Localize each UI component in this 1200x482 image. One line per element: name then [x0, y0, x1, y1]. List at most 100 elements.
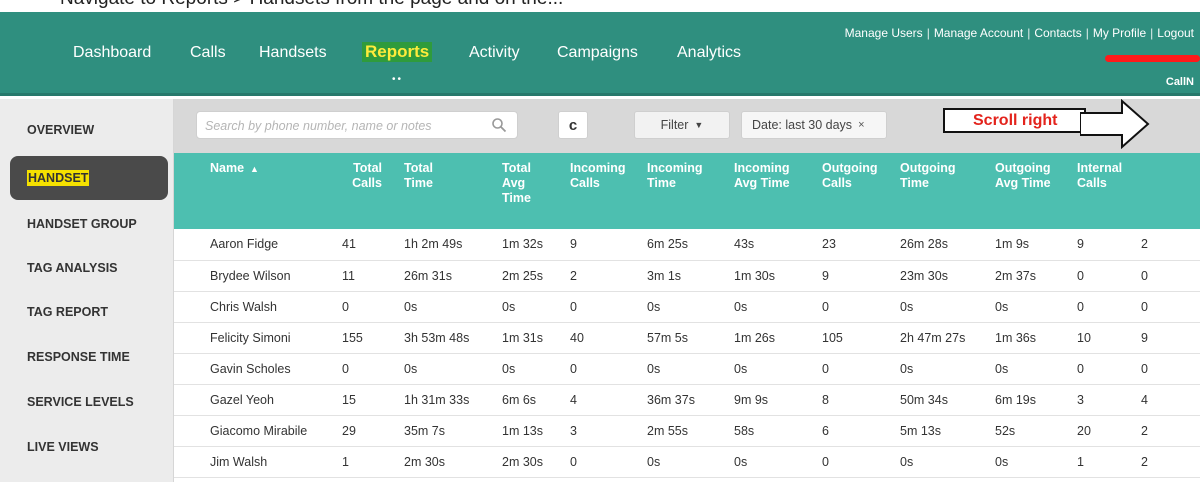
- table-cell: 6: [822, 423, 829, 438]
- handset-name-cell: Gavin Scholes: [210, 361, 291, 376]
- table-cell: 1m 31s: [502, 330, 543, 345]
- table-cell: 0s: [502, 361, 516, 376]
- table-row[interactable]: Chris Walsh 0 0s 0s 0 0s 0s 0 0s 0s 0 0: [174, 291, 1200, 322]
- table-row[interactable]: Felicity Simoni 155 3h 53m 48s 1m 31s 40 57m …: [174, 322, 1200, 353]
- search-box: [196, 111, 518, 139]
- table-cell: 105: [822, 330, 843, 345]
- table-cell: 40: [570, 330, 584, 345]
- table-cell: 2m 30s: [404, 454, 445, 469]
- handset-name-cell: Aaron Fidge: [210, 237, 279, 252]
- table-cell: 1m 30s: [734, 268, 775, 283]
- sidebar-item-response-time[interactable]: RESPONSE TIME: [0, 335, 174, 379]
- table-row[interactable]: Brydee Wilson 11 26m 31s 2m 25s 2 3m 1s 1m 30s…: [174, 260, 1200, 291]
- column-header-outgoing-avg-time[interactable]: Outgoing Avg Time: [995, 153, 1077, 229]
- table-row[interactable]: Giacomo Mirabile 29 35m 7s 1m 13s 3 2m 55s 58s…: [174, 415, 1200, 446]
- sidebar-item-handset[interactable]: HANDSET: [10, 156, 168, 200]
- search-icon[interactable]: [491, 117, 507, 133]
- column-header-internal-calls[interactable]: Internal Calls: [1077, 153, 1141, 229]
- table-cell: 36m 37s: [647, 392, 695, 407]
- table-cell: 43s: [734, 237, 755, 252]
- table-cell: 3: [570, 423, 577, 438]
- table-cell: 0: [1141, 299, 1148, 314]
- table-cell: 2m 30s: [502, 454, 543, 469]
- active-nav-indicator: ••: [392, 74, 404, 85]
- nav-activity[interactable]: Activity: [469, 44, 520, 62]
- table-row[interactable]: Gazel Yeoh 15 1h 31m 33s 6m 6s 4 36m 37s 9m 9s…: [174, 384, 1200, 415]
- table-row[interactable]: Aaron Fidge 41 1h 2m 49s 1m 32s 9 6m 25s 43s 23…: [174, 229, 1200, 260]
- table-cell: 1: [1077, 454, 1084, 469]
- table-cell: 10: [1077, 330, 1091, 345]
- table-row[interactable]: Jim Walsh 1 2m 30s 2m 30s 0 0s 0s 0 0s 0s 1 2: [174, 446, 1200, 477]
- nav-dashboard[interactable]: Dashboard: [73, 44, 151, 62]
- table-cell: 0: [342, 361, 349, 376]
- sort-ascending-icon: ▲: [250, 164, 259, 174]
- column-header-total-time[interactable]: Total Time: [394, 153, 492, 229]
- table-cell: 9: [570, 237, 577, 252]
- sidebar-item-handset-group[interactable]: HANDSET GROUP: [0, 202, 174, 246]
- instruction-text: Navigate to Reports > Handsets from the …: [0, 0, 1200, 12]
- table-cell: 1m 13s: [502, 423, 543, 438]
- table-cell: 29: [342, 423, 356, 438]
- sidebar-item-label: HANDSET GROUP: [27, 217, 137, 231]
- table-cell: 0: [1141, 268, 1148, 283]
- filter-dropdown[interactable]: Filter ▼: [634, 111, 730, 139]
- my-profile-link[interactable]: My Profile: [1093, 26, 1146, 40]
- table-cell: 26m 28s: [900, 237, 948, 252]
- column-header-total-avg-time[interactable]: Total Avg Time: [492, 153, 570, 229]
- table-cell: 2: [1141, 454, 1148, 469]
- table-cell: 0: [1077, 361, 1084, 376]
- logout-link[interactable]: Logout: [1157, 26, 1194, 40]
- table-cell: 0s: [900, 454, 914, 469]
- redaction-mark: [1105, 55, 1200, 62]
- nav-handsets[interactable]: Handsets: [259, 44, 327, 62]
- table-cell: 0s: [647, 299, 661, 314]
- column-header-incoming-time[interactable]: Incoming Time: [647, 153, 734, 229]
- manage-users-link[interactable]: Manage Users: [845, 26, 923, 40]
- table-cell: 0s: [995, 361, 1009, 376]
- table-cell: 2m 25s: [502, 268, 543, 283]
- manage-account-link[interactable]: Manage Account: [934, 26, 1023, 40]
- sidebar-item-label: RESPONSE TIME: [27, 350, 130, 364]
- nav-reports[interactable]: Reports: [362, 42, 433, 62]
- column-header-total-calls[interactable]: Total Calls: [336, 153, 394, 229]
- reports-sidebar: OVERVIEW HANDSET HANDSET GROUP TAG ANALY…: [0, 99, 174, 482]
- table-row[interactable]: Gavin Scholes 0 0s 0s 0 0s 0s 0 0s 0s 0 0: [174, 353, 1200, 384]
- table-cell: 2: [570, 268, 577, 283]
- column-header-outgoing-calls[interactable]: Outgoing Calls: [822, 153, 900, 229]
- sidebar-item-label: TAG REPORT: [27, 305, 109, 319]
- nav-analytics[interactable]: Analytics: [677, 44, 741, 62]
- top-navigation-bar: Dashboard Calls Handsets Reports Activit…: [0, 12, 1200, 96]
- sidebar-item-overview[interactable]: OVERVIEW: [0, 108, 174, 152]
- sidebar-item-tag-report[interactable]: TAG REPORT: [0, 290, 174, 334]
- search-input[interactable]: [205, 117, 485, 135]
- column-header-name[interactable]: Name ▲: [174, 153, 336, 229]
- table-cell: 4: [1141, 392, 1148, 407]
- table-cell: 5m 13s: [900, 423, 941, 438]
- table-cell: 2: [1141, 423, 1148, 438]
- table-cell: 0s: [404, 361, 418, 376]
- table-cell: 26m 31s: [404, 268, 452, 283]
- nav-campaigns[interactable]: Campaigns: [557, 44, 638, 62]
- table-cell: 0: [1141, 361, 1148, 376]
- date-filter-chip[interactable]: Date: last 30 days ×: [741, 111, 887, 139]
- table-cell: 0: [822, 454, 829, 469]
- table-cell: 41: [342, 237, 356, 252]
- sidebar-item-service-levels[interactable]: SERVICE LEVELS: [0, 380, 174, 424]
- sidebar-item-label: HANDSET: [27, 170, 90, 186]
- table-cell: 0s: [900, 299, 914, 314]
- company-name: CallN: [1165, 76, 1194, 88]
- table-header-row: Name ▲ Total Calls Total Time Total Avg Time …: [174, 153, 1200, 229]
- column-header-incoming-avg-time[interactable]: Incoming Avg Time: [734, 153, 822, 229]
- column-header-outgoing-time[interactable]: Outgoing Time: [900, 153, 995, 229]
- refresh-button[interactable]: c: [558, 111, 588, 139]
- close-icon[interactable]: ×: [858, 119, 864, 131]
- sidebar-item-live-views[interactable]: LIVE VIEWS: [0, 425, 174, 469]
- table-cell: 0s: [734, 299, 748, 314]
- table-cell: 0: [570, 454, 577, 469]
- nav-calls[interactable]: Calls: [190, 44, 226, 62]
- contacts-link[interactable]: Contacts: [1034, 26, 1081, 40]
- table-cell: 1: [342, 454, 349, 469]
- column-header-incoming-calls[interactable]: Incoming Calls: [570, 153, 647, 229]
- table-cell: 8: [822, 392, 829, 407]
- sidebar-item-tag-analysis[interactable]: TAG ANALYSIS: [0, 246, 174, 290]
